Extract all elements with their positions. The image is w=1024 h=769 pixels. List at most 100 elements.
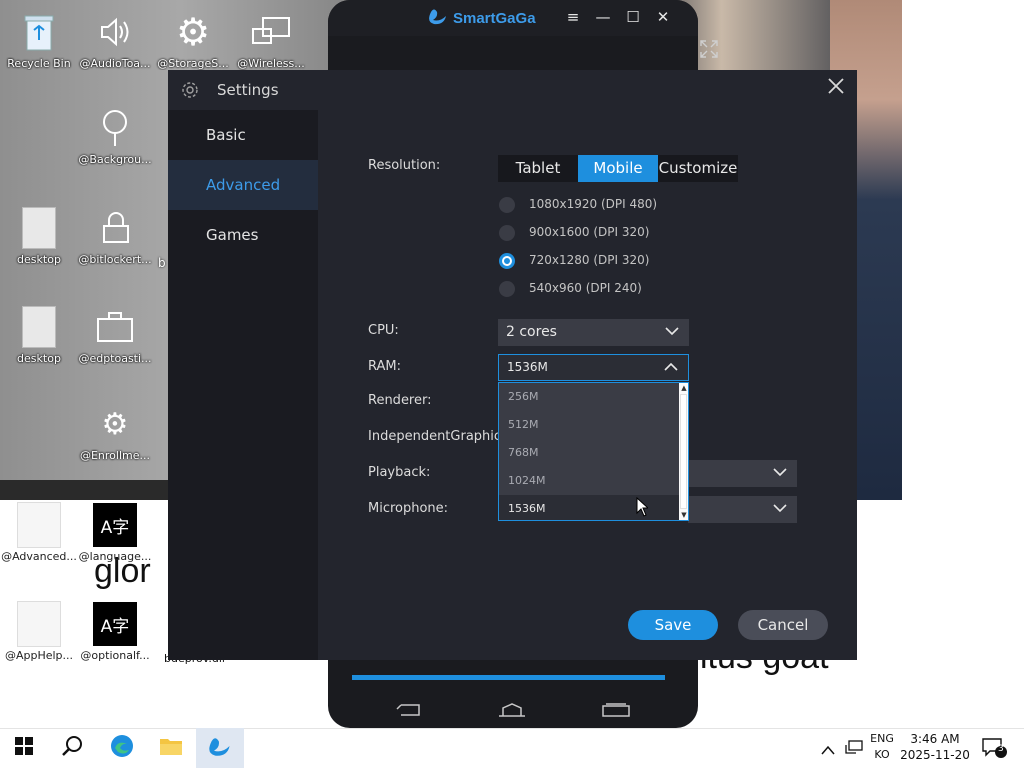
gear-icon: ⚙ [175, 10, 211, 54]
cpu-label: CPU: [368, 323, 399, 338]
edge-icon [110, 734, 134, 762]
taskbar-search-button[interactable] [48, 728, 96, 768]
tab-mobile[interactable]: Mobile [578, 155, 658, 182]
settings-file-icon [17, 206, 61, 250]
desktop-icon-label: @AudioToa... [79, 57, 151, 70]
desktop-icon-label: @AppHelp... [4, 649, 74, 662]
menu-icon[interactable]: ≡ [562, 8, 584, 26]
desktop-icon-optional[interactable]: A字 @optionalf... [76, 602, 154, 662]
desktop-icon-label: @Advanced... [1, 550, 77, 563]
android-home-icon[interactable] [497, 702, 527, 722]
cast-icon [249, 10, 293, 54]
desktop-icon-label: @bitlockert... [78, 253, 152, 266]
desktop-icon-storage[interactable]: ⚙ @StorageS... [154, 10, 232, 70]
desktop-icon-background[interactable]: @Backgrou... [76, 106, 154, 166]
desktop-icon-desktop-2[interactable]: desktop [0, 305, 78, 365]
folder-icon [159, 736, 183, 760]
resolution-radio-1080[interactable] [499, 197, 515, 213]
ime-language-icon: A字 [93, 602, 137, 646]
ram-scrollbar-thumb[interactable] [680, 394, 687, 509]
scroll-up-icon[interactable]: ▲ [680, 384, 688, 392]
start-button[interactable] [0, 728, 48, 768]
wallpaper-strip [0, 480, 170, 500]
ram-option-512[interactable]: 512M [499, 411, 680, 439]
ram-label: RAM: [368, 359, 401, 374]
microphone-select[interactable] [688, 496, 797, 523]
scroll-down-icon[interactable]: ▼ [680, 511, 688, 519]
resolution-option-label: 900x1600 (DPI 320) [529, 225, 650, 239]
emulator-logo: SmartGaGa [428, 7, 536, 29]
resolution-option-label: 540x960 (DPI 240) [529, 281, 642, 295]
taskbar-smartgaga[interactable] [196, 728, 244, 768]
resolution-radio-540[interactable] [499, 281, 515, 297]
sidebar-item-games[interactable]: Games [168, 210, 318, 260]
playback-select[interactable] [688, 460, 797, 487]
chevron-down-icon [665, 319, 679, 346]
close-icon[interactable] [826, 76, 846, 102]
cpu-select[interactable]: 2 cores [498, 319, 689, 346]
desktop-icon-advanced[interactable]: @Advanced... [0, 502, 78, 563]
desktop-icon-edptoast[interactable]: @edptoasti... [76, 305, 154, 365]
desktop-icon-label: @Wireless... [237, 57, 305, 70]
search-icon [61, 735, 83, 761]
desktop-icon-apphelp[interactable]: @AppHelp... [0, 601, 78, 662]
fullscreen-icon[interactable] [700, 40, 718, 62]
partial-icon-label: b [158, 256, 166, 270]
ram-option-256[interactable]: 256M [499, 383, 680, 411]
ram-option-768[interactable]: 768M [499, 439, 680, 467]
save-button[interactable]: Save [628, 610, 718, 640]
tab-customize[interactable]: Customize [658, 155, 738, 182]
taskbar-edge[interactable] [98, 728, 146, 768]
chevron-down-icon [773, 496, 787, 523]
android-back-icon[interactable] [395, 702, 423, 722]
clock[interactable]: 3:46 AM 2025-11-20 [900, 731, 970, 763]
desktop-icon-wireless[interactable]: @Wireless... [232, 10, 310, 70]
settings-file-icon [17, 305, 61, 349]
resolution-radio-900[interactable] [499, 225, 515, 241]
resolution-option-label: 1080x1920 (DPI 480) [529, 197, 658, 211]
gear-icon [181, 81, 199, 103]
taskbar-file-explorer[interactable] [147, 728, 195, 768]
emulator-progress-bar [352, 675, 665, 680]
close-button[interactable]: ✕ [652, 8, 674, 26]
ram-option-1024[interactable]: 1024M [499, 467, 680, 495]
desktop-icon-audio[interactable]: @AudioToa... [76, 10, 154, 70]
lock-icon [93, 206, 137, 250]
tab-tablet[interactable]: Tablet [498, 155, 578, 182]
notification-center-icon[interactable]: 3 [982, 737, 1008, 763]
maximize-button[interactable]: ☐ [622, 8, 644, 26]
chevron-up-icon[interactable] [821, 740, 835, 759]
desktop-icon-label: @optionalf... [80, 649, 150, 662]
resolution-radio-720[interactable] [499, 253, 515, 269]
swan-logo-icon [428, 7, 448, 29]
desktop-icon-desktop[interactable]: desktop [0, 206, 78, 266]
mouse-cursor-icon [636, 496, 650, 517]
cancel-button[interactable]: Cancel [738, 610, 828, 640]
desktop-icon-bitlocker[interactable]: @bitlockert... [76, 206, 154, 266]
minimize-button[interactable]: — [592, 8, 614, 26]
resolution-option-label: 720x1280 (DPI 320) [529, 253, 650, 267]
sidebar-item-advanced[interactable]: Advanced [168, 160, 318, 210]
desktop-icon-label: desktop [17, 352, 61, 365]
resolution-label: Resolution: [368, 158, 441, 173]
input-language-indicator[interactable]: ENG KO [866, 731, 898, 763]
clock-date: 2025-11-20 [900, 748, 970, 762]
cpu-value: 2 cores [506, 324, 557, 340]
location-pin-icon [93, 106, 137, 150]
network-icon[interactable] [845, 739, 863, 759]
settings-title: Settings [217, 81, 279, 99]
desktop-icon-language[interactable]: A字 @language... [76, 503, 154, 563]
desktop-icon-label: @Enrollme... [79, 449, 151, 462]
desktop-icon-enrollment[interactable]: ⚙ @Enrollme... [76, 402, 154, 463]
ram-option-1536[interactable]: 1536M [499, 495, 680, 520]
android-recents-icon[interactable] [601, 702, 631, 722]
desktop-icon-recycle-bin[interactable]: Recycle Bin [0, 10, 78, 70]
ram-select[interactable]: 1536M [498, 354, 689, 381]
swan-logo-icon [208, 735, 232, 761]
gear-icon: ⚙ [101, 406, 129, 442]
independent-graphics-label: IndependentGraphics: [368, 429, 513, 444]
microphone-label: Microphone: [368, 501, 449, 516]
sidebar-item-basic[interactable]: Basic [168, 110, 318, 160]
speaker-icon [93, 10, 137, 54]
emulator-app-name: SmartGaGa [453, 9, 536, 27]
